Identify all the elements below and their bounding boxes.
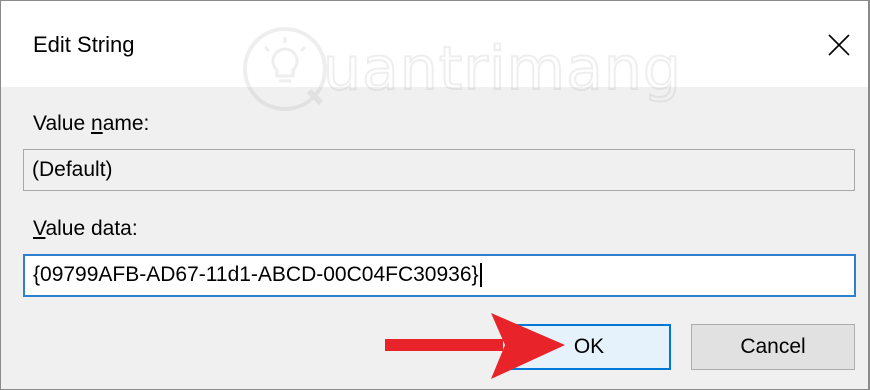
value-data-label: Value data: [33, 216, 138, 242]
lightbulb-icon [243, 27, 327, 111]
value-name-field[interactable]: (Default) [23, 149, 855, 191]
ok-button[interactable]: OK [507, 324, 671, 370]
watermark-text: uantrimang [322, 33, 683, 105]
dialog-title: Edit String [33, 32, 135, 57]
close-icon [828, 34, 850, 56]
value-name-label-suffix: ame: [102, 112, 150, 135]
value-data-input[interactable]: {09799AFB-AD67-11d1-ABCD-00C04FC30936} [23, 254, 856, 297]
title-bar: Edit String uantrimang [1, 1, 868, 111]
close-button[interactable] [810, 15, 868, 75]
watermark: uantrimang [239, 19, 682, 119]
cancel-button[interactable]: Cancel [691, 324, 855, 370]
value-name-label: Value name: [33, 111, 149, 137]
value-name-text: (Default) [32, 158, 113, 181]
text-caret [479, 263, 482, 288]
value-name-label-prefix: Value [33, 112, 91, 135]
value-name-label-accel: n [91, 112, 103, 135]
value-data-label-suffix: alue data: [45, 217, 138, 240]
edit-string-dialog: Edit String uantrimang Value name: (Defa… [0, 0, 870, 390]
value-data-label-accel: V [33, 217, 46, 240]
arrow-shaft [385, 339, 503, 351]
value-data-text: {09799AFB-AD67-11d1-ABCD-00C04FC30936} [33, 263, 479, 286]
